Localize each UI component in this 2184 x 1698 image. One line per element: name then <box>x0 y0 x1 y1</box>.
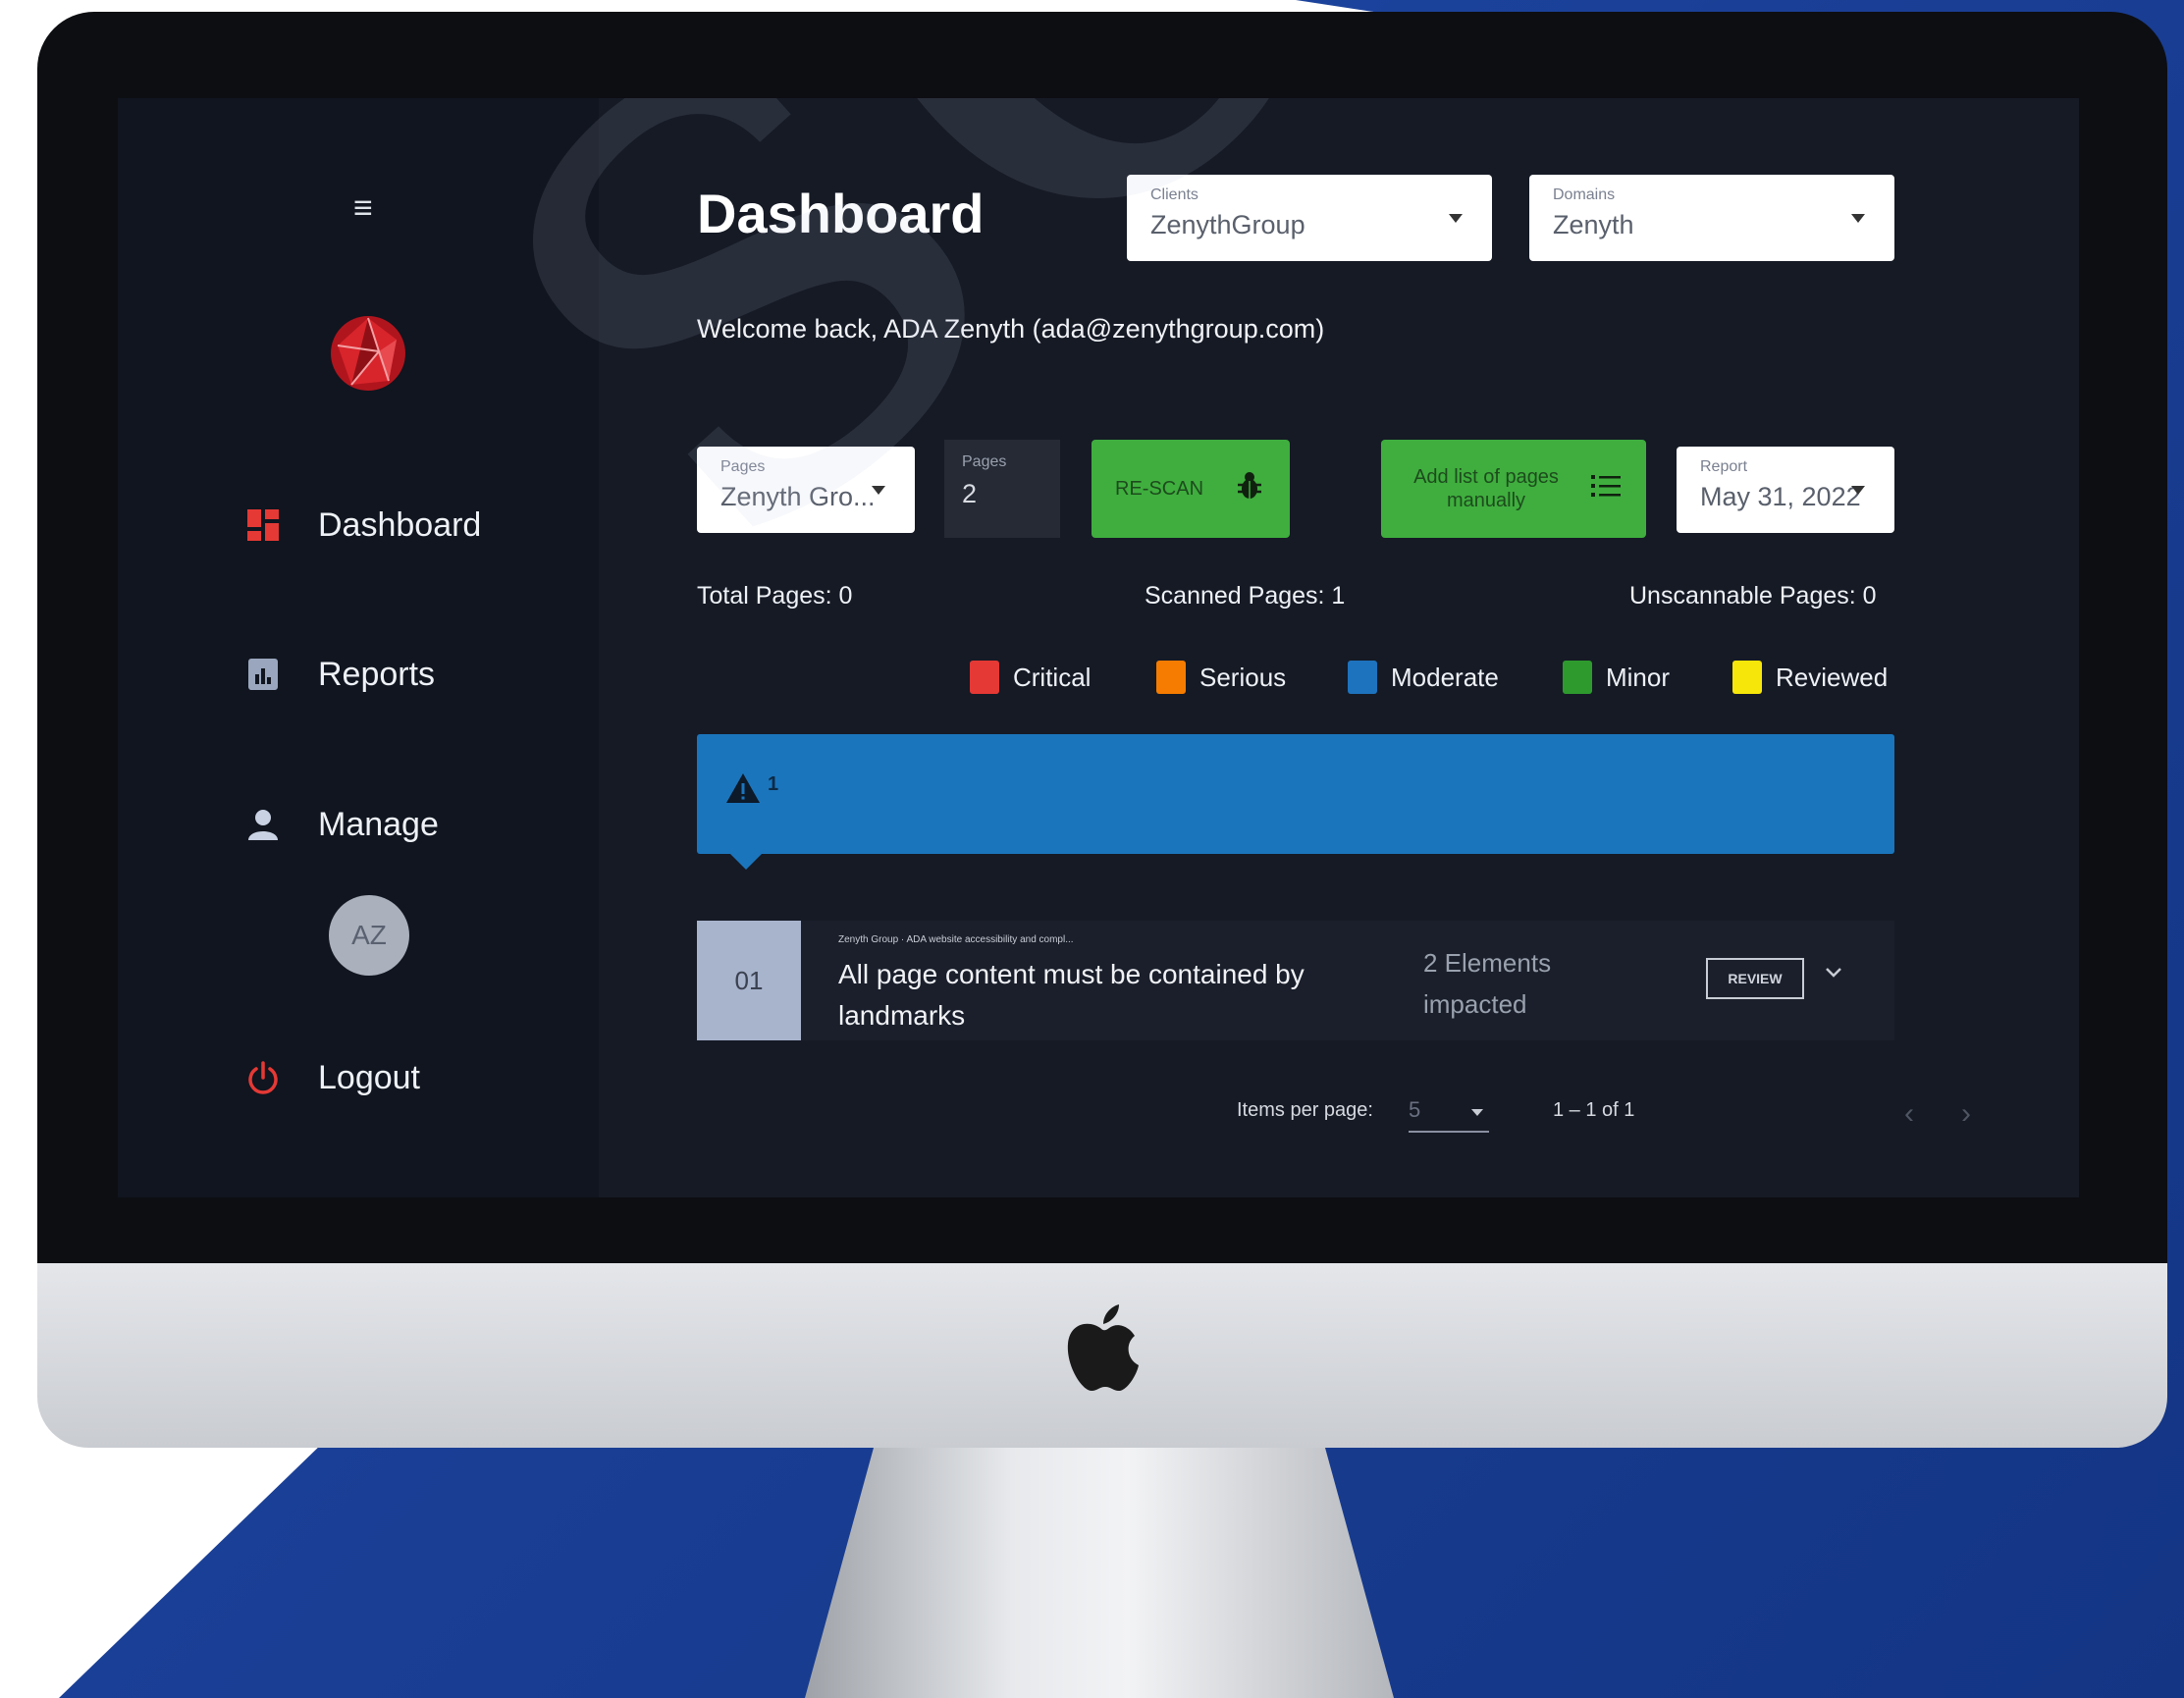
caret-down-icon <box>1851 486 1865 495</box>
avatar[interactable]: AZ <box>329 895 409 976</box>
add-pages-label: Add list of pages manually <box>1413 466 1559 511</box>
caret-down-icon <box>1851 214 1865 223</box>
warning-icon <box>726 773 760 803</box>
bar-pointer <box>730 854 762 870</box>
report-select-label: Report <box>1700 458 1748 475</box>
legend-label: Serious <box>1199 662 1287 692</box>
items-per-page-select[interactable]: 5 <box>1409 1089 1489 1133</box>
legend-label: Critical <box>1013 662 1092 692</box>
sidebar-item-manage[interactable]: Manage <box>245 800 439 849</box>
legend-label: Reviewed <box>1776 662 1889 692</box>
legend-moderate: Moderate <box>1348 661 1499 694</box>
hamburger-icon[interactable]: ≡ <box>353 191 373 225</box>
legend-swatch <box>1348 661 1377 694</box>
app-screen: ≡ Dashboard Reports Manage AZ Logout Das… <box>118 98 2079 1197</box>
review-button[interactable]: REVIEW <box>1706 958 1804 999</box>
apple-logo-icon <box>1067 1304 1139 1391</box>
pages-select[interactable]: Pages Zenyth Gro... <box>697 447 915 533</box>
items-per-page-label: Items per page: <box>1237 1099 1373 1121</box>
report-select-value: May 31, 2022 <box>1700 482 1861 511</box>
report-date-select[interactable]: Report May 31, 2022 <box>1677 447 1894 533</box>
dashboard-icon <box>245 507 281 543</box>
legend-swatch <box>1563 661 1592 694</box>
faceted-sphere-logo <box>331 316 405 391</box>
pages-count-field[interactable]: Pages 2 <box>944 440 1060 538</box>
domains-select-label: Domains <box>1553 186 1616 203</box>
issue-subtitle: Zenyth Group · ADA website accessibility… <box>838 934 1074 945</box>
sidebar-item-label: Reports <box>318 655 436 693</box>
clients-select[interactable]: Clients ZenythGroup <box>1127 175 1492 261</box>
logout-button[interactable]: Logout <box>245 1053 420 1102</box>
clients-select-label: Clients <box>1150 186 1199 203</box>
bug-icon <box>1237 471 1262 506</box>
issue-title: All page content must be contained by la… <box>838 959 1305 1031</box>
legend-label: Minor <box>1606 662 1671 692</box>
legend-label: Moderate <box>1391 662 1499 692</box>
rescan-button[interactable]: RE-SCAN <box>1092 440 1290 538</box>
legend-swatch <box>1732 661 1762 694</box>
severity-summary-bar[interactable]: 1 <box>697 734 1894 854</box>
page-title: Dashboard <box>697 183 985 244</box>
items-per-page-value: 5 <box>1409 1097 1421 1122</box>
domains-select[interactable]: Domains Zenyth <box>1529 175 1894 261</box>
issue-impact: 2 Elements impacted <box>1423 948 1552 1019</box>
unscannable-pages-stat: Unscannable Pages: 0 <box>1629 582 1877 610</box>
legend-minor: Minor <box>1563 661 1670 694</box>
list-icon <box>1591 473 1621 504</box>
caret-down-icon <box>1471 1109 1483 1116</box>
power-icon <box>245 1060 281 1095</box>
previous-page-icon[interactable]: ‹ <box>1904 1097 1914 1131</box>
scanned-pages-stat: Scanned Pages: 1 <box>1145 582 1346 610</box>
user-icon <box>245 807 281 842</box>
pages-select-value: Zenyth Gro... <box>720 482 876 511</box>
add-pages-manually-button[interactable]: Add list of pages manually <box>1381 440 1646 538</box>
sidebar-item-reports[interactable]: Reports <box>245 650 435 699</box>
main-content: Dashboard Clients ZenythGroup Domains Ze… <box>599 98 2079 1197</box>
pages-count-label: Pages <box>962 453 1007 470</box>
summary-count: 1 <box>768 773 779 795</box>
next-page-icon[interactable]: › <box>1961 1097 1971 1131</box>
legend-critical: Critical <box>970 661 1091 694</box>
domains-select-value: Zenyth <box>1553 210 1634 239</box>
legend-serious: Serious <box>1156 661 1286 694</box>
issue-row[interactable]: 01 Zenyth Group · ADA website accessibil… <box>697 921 1894 1040</box>
sidebar-item-dashboard[interactable]: Dashboard <box>245 501 481 550</box>
report-icon <box>245 657 281 692</box>
legend-swatch <box>1156 661 1186 694</box>
logout-label: Logout <box>318 1058 420 1096</box>
caret-down-icon <box>872 486 885 495</box>
pages-select-label: Pages <box>720 458 766 475</box>
pages-count-value: 2 <box>962 479 978 508</box>
sidebar-item-label: Manage <box>318 805 439 843</box>
pagination-range: 1 – 1 of 1 <box>1553 1099 1635 1121</box>
sidebar: ≡ Dashboard Reports Manage AZ Logout <box>118 98 599 1197</box>
rescan-label: RE-SCAN <box>1115 477 1204 500</box>
sidebar-item-label: Dashboard <box>318 505 482 544</box>
issue-number: 01 <box>697 921 801 1040</box>
chevron-down-icon[interactable] <box>1824 966 1843 980</box>
welcome-message: Welcome back, ADA Zenyth (ada@zenythgrou… <box>697 314 1325 344</box>
monitor-stand <box>805 1448 1394 1698</box>
caret-down-icon <box>1449 214 1463 223</box>
legend-swatch <box>970 661 999 694</box>
clients-select-value: ZenythGroup <box>1150 210 1305 239</box>
legend-reviewed: Reviewed <box>1732 661 1888 694</box>
total-pages-stat: Total Pages: 0 <box>697 582 853 610</box>
